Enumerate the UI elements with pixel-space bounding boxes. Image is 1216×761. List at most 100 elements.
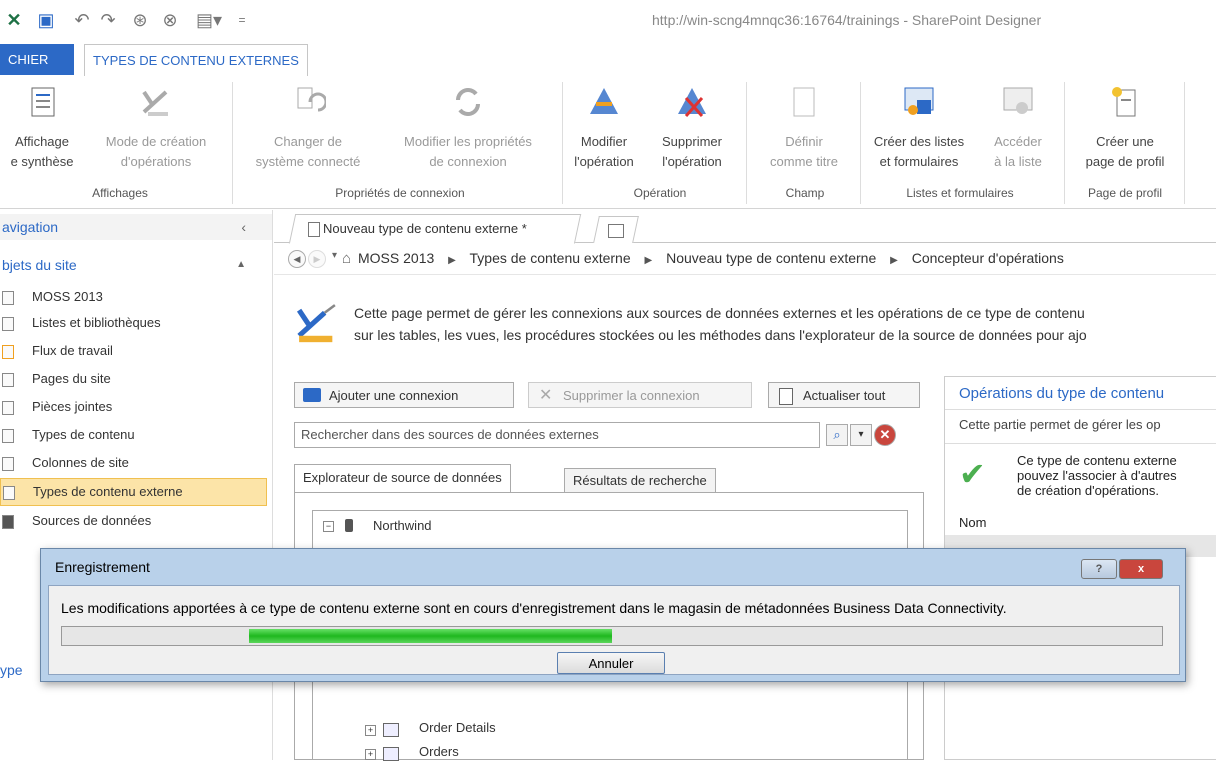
saving-dialog: Enregistrement ? x Les modifications app… [40,548,1186,682]
set-title-label-2: comme titre [770,154,838,169]
create-profile-page-button[interactable]: Créer une page de profil [1070,80,1180,172]
nav-item-attachments[interactable]: Pièces jointes [0,394,265,420]
customize-toolbar-icon[interactable]: = [232,10,252,30]
checkmark-icon: ✔ [959,456,986,492]
nav-item-site-columns[interactable]: Colonnes de site [0,450,265,476]
breadcrumb-item[interactable]: Nouveau type de contenu externe [666,250,876,266]
chevron-right-icon[interactable]: ▶ [448,255,456,266]
cancel-button[interactable]: Annuler [557,652,665,674]
summary-view-button[interactable]: Affichage e synthèse [0,80,84,172]
breadcrumb-item[interactable]: Types de contenu externe [470,250,631,266]
nav-item-label: Pages du site [32,371,111,386]
table-icon [383,723,399,737]
nav-item-moss-2013[interactable]: MOSS 2013 [0,284,265,310]
create-lists-icon [904,87,934,115]
description-line-1: Cette page permet de gérer les connexion… [354,305,1085,321]
tab-external-content-types[interactable]: TYPES DE CONTENU EXTERNES [84,44,308,77]
message-line-1: Ce type de contenu externe [1017,453,1177,468]
column-header-name[interactable]: Nom [959,515,986,530]
nav-item-label: Listes et bibliothèques [32,315,161,330]
remove-connection-button[interactable]: ✕ Supprimer la connexion [528,382,752,408]
nav-item-data-sources[interactable]: Sources de données [0,508,265,534]
change-connected-system-button[interactable]: Changer de système connecté [240,80,376,172]
create-lists-forms-button[interactable]: Créer des listes et formulaires [866,80,972,172]
tab-new-external-content-type[interactable]: Nouveau type de contenu externe * [288,214,582,244]
expand-icon[interactable]: + [365,725,376,736]
clear-search-icon[interactable]: ✕ [874,424,896,446]
save-icon[interactable]: ▣ [36,10,56,30]
site-objects-header[interactable]: bjets du site ▲ [0,252,272,278]
set-as-title-button[interactable]: Définir comme titre [752,80,856,172]
breadcrumb-item[interactable]: MOSS 2013 [358,250,434,266]
back-button[interactable]: ◀ [288,250,306,268]
chevron-right-icon[interactable]: ▶ [645,255,653,266]
design-view-icon [142,90,168,116]
summary-view-icon [31,87,55,117]
create-profile-label-2: page de profil [1085,154,1165,169]
ribbon-separator [1064,82,1065,204]
collapse-icon[interactable]: − [323,521,334,532]
search-input[interactable]: Rechercher dans des sources de données e… [294,422,820,448]
nav-item-external-content-types[interactable]: Types de contenu externe [0,478,267,506]
delete-operation-icon [678,88,706,117]
set-title-label-1: Définir [785,134,823,149]
help-button[interactable]: ? [1081,559,1117,579]
go-to-list-button[interactable]: Accéder à la liste [980,80,1056,172]
external-content-type-icon [3,486,15,500]
home-icon[interactable]: ⌂ [342,250,351,267]
stop-icon[interactable]: ⊗ [160,10,180,30]
undo-icon[interactable]: ↶ [72,10,92,30]
group-views-label: Affichages [92,186,148,200]
tree-node-orders[interactable]: Orders [419,744,459,759]
search-icon[interactable]: ⌕ [826,424,848,446]
chevron-down-icon[interactable]: ▾ [850,424,872,446]
expand-icon[interactable]: + [365,749,376,760]
history-dropdown-icon[interactable]: ▾ [332,250,337,261]
change-system-icon [297,87,328,112]
operations-panel-title: Opérations du type de contenu [959,385,1165,402]
tab-search-results[interactable]: Résultats de recherche [564,468,716,494]
collapse-nav-icon[interactable]: ‹ [241,214,246,240]
nav-item-label: MOSS 2013 [32,289,103,304]
edit-operation-icon [590,88,618,114]
group-operation-label: Opération [633,186,687,200]
ribbon-separator [860,82,861,204]
go-to-list-label-2: à la liste [994,154,1042,169]
operations-design-view-button[interactable]: Mode de création d'opérations [86,80,226,172]
refresh-icon[interactable]: ⊛ [130,10,150,30]
create-profile-icon [1112,87,1136,117]
operations-design-label-1: Mode de création [105,134,207,149]
nav-item-label: Pièces jointes [32,399,113,414]
refresh-all-button[interactable]: Actualiser tout [768,382,920,408]
tab-data-source-explorer[interactable]: Explorateur de source de données [294,464,511,493]
operations-design-label-2: d'opérations [120,154,192,169]
add-connection-button[interactable]: Ajouter une connexion [294,382,514,408]
nav-item-label: Types de contenu [32,427,135,442]
dialog-body: Les modifications apportées à ce type de… [48,585,1180,675]
summary-view-label-2: e synthèse [10,154,74,169]
chevron-up-icon[interactable]: ▲ [236,252,246,278]
tab-file[interactable]: CHIER [0,44,74,75]
app-icon: ✕ [6,9,22,30]
preview-icon[interactable]: ▤▾ [192,10,226,30]
operations-panel-subtitle: Cette partie permet de gérer les op [959,417,1161,432]
chevron-right-icon[interactable]: ▶ [890,255,898,266]
nav-item-label: Flux de travail [32,343,113,358]
edit-connection-properties-button[interactable]: Modifier les propriétés de connexion [380,80,556,172]
edit-operation-button[interactable]: Modifier l'opération [566,80,642,172]
nav-item-lists-libraries[interactable]: Listes et bibliothèques [0,310,265,336]
delete-operation-button[interactable]: Supprimer l'opération [644,80,740,172]
breadcrumb-item[interactable]: Concepteur d'opérations [912,250,1064,266]
tree-node-northwind[interactable]: Northwind [373,518,432,533]
close-button[interactable]: x [1119,559,1163,579]
progress-bar [61,626,1163,646]
redo-icon[interactable]: ↷ [98,10,118,30]
nav-item-site-pages[interactable]: Pages du site [0,366,265,392]
refresh-all-label: Actualiser tout [803,388,886,403]
tree-node-order-details[interactable]: Order Details [419,720,496,735]
nav-item-content-types[interactable]: Types de contenu [0,422,265,448]
forward-button[interactable]: ▶ [308,250,326,268]
nav-item-workflows[interactable]: Flux de travail [0,338,265,364]
nav-footer-fragment[interactable]: ype [0,662,23,678]
ribbon-separator [1184,82,1185,204]
